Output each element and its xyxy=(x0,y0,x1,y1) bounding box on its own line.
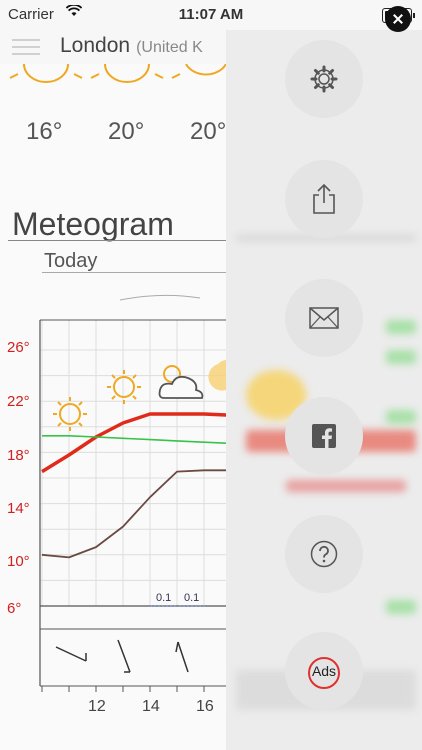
wind-arrows xyxy=(55,639,189,673)
secondary-line xyxy=(41,469,226,559)
status-bar: Carrier 11:07 AM xyxy=(0,0,422,30)
clock: 11:07 AM xyxy=(178,6,244,23)
remove-ads-button[interactable]: Ads xyxy=(285,632,363,710)
settings-button[interactable] xyxy=(285,40,363,118)
wind-arrow-icon xyxy=(117,639,131,673)
mail-button[interactable] xyxy=(285,279,363,357)
country-name: (United K xyxy=(136,39,203,56)
temperature-line xyxy=(41,412,226,474)
x-tick-label: 16 xyxy=(196,698,214,715)
envelope-icon xyxy=(309,307,339,329)
sun-icon xyxy=(53,397,87,431)
y-tick-label: 6° xyxy=(7,600,22,617)
dewpoint-line xyxy=(42,435,226,444)
cloud-trace xyxy=(119,294,201,301)
meteogram-chart xyxy=(39,294,226,692)
precipitation-label: 0.1 xyxy=(156,592,172,604)
y-tick-label: 14° xyxy=(7,500,30,517)
precipitation-label: 0.1 xyxy=(184,592,200,604)
question-icon xyxy=(310,540,338,568)
partly-cloudy-icon xyxy=(158,365,204,399)
wind-arrow-icon xyxy=(55,646,87,662)
facebook-icon xyxy=(312,424,336,448)
y-tick-label: 18° xyxy=(7,447,30,464)
help-button[interactable] xyxy=(285,515,363,593)
gear-icon xyxy=(310,65,338,93)
location-title[interactable]: London (United K xyxy=(60,34,203,58)
share-button[interactable] xyxy=(285,160,363,238)
x-tick-label: 14 xyxy=(142,698,160,715)
close-panel-button[interactable] xyxy=(385,6,411,32)
share-icon xyxy=(313,183,335,214)
facebook-button[interactable] xyxy=(285,397,363,475)
y-tick-label: 26° xyxy=(7,339,30,356)
y-tick-label: 22° xyxy=(7,393,30,410)
main-content: 16° 20° 20° Meteogram Today 26° 22° 18° … xyxy=(0,64,226,750)
chart-grid xyxy=(40,320,226,607)
y-tick-label: 10° xyxy=(7,553,30,570)
wind-arrow-icon xyxy=(177,641,189,673)
menu-icon[interactable] xyxy=(12,36,40,58)
city-name: London xyxy=(60,34,131,57)
x-tick-label: 12 xyxy=(88,698,106,715)
no-ads-icon: Ads xyxy=(307,657,341,689)
sun-icon-partial xyxy=(208,360,226,391)
